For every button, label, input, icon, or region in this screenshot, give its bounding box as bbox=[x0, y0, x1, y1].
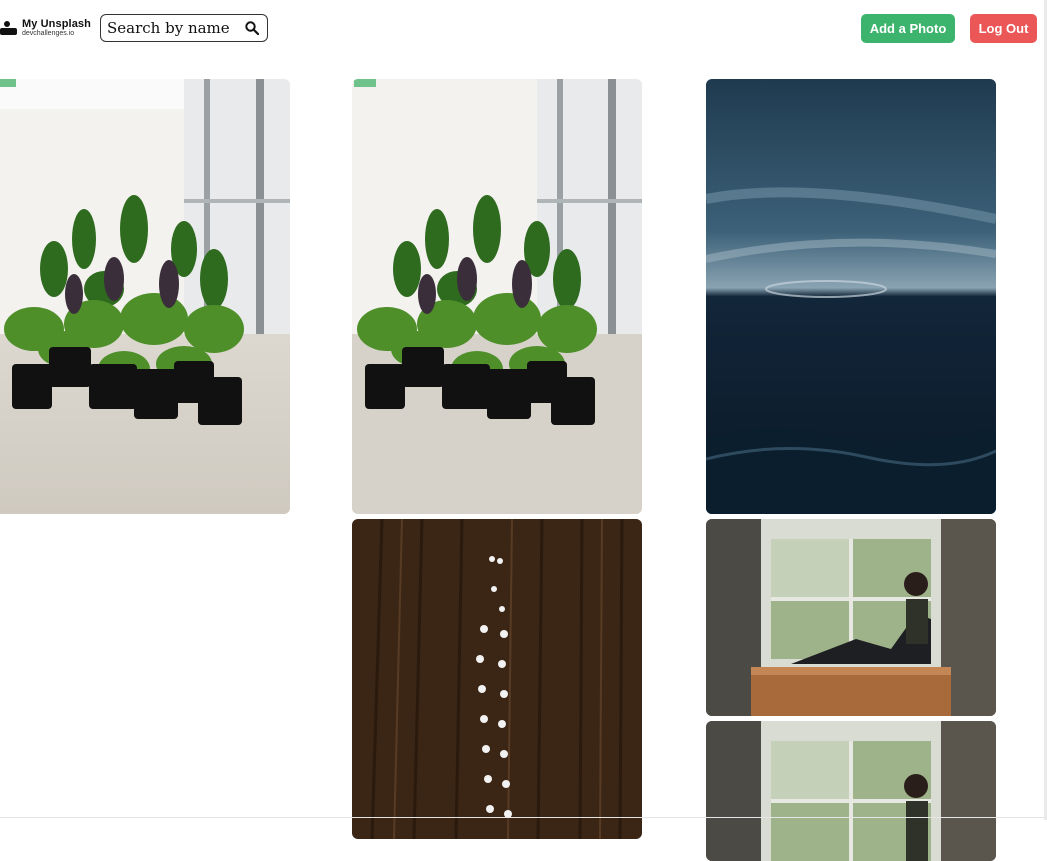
field-image bbox=[352, 519, 642, 839]
photo-card-window-1[interactable] bbox=[706, 519, 996, 716]
top-bar: My Unsplash devchallenges.io Add a Photo… bbox=[0, 0, 1047, 60]
app-logo[interactable]: My Unsplash devchallenges.io bbox=[0, 16, 92, 40]
plants-image bbox=[0, 79, 290, 514]
search-icon[interactable] bbox=[244, 20, 260, 36]
logo-subtitle: devchallenges.io bbox=[22, 30, 75, 37]
logout-button[interactable]: Log Out bbox=[970, 14, 1037, 43]
camera-logo-icon bbox=[0, 21, 17, 35]
photo-card-plants-1[interactable] bbox=[0, 79, 290, 514]
page-bottom-divider bbox=[0, 817, 1047, 818]
window-woman-image bbox=[706, 519, 996, 716]
plants-image bbox=[352, 79, 642, 514]
search-input[interactable] bbox=[107, 18, 237, 38]
photo-card-ocean[interactable] bbox=[706, 79, 996, 514]
search-box bbox=[100, 14, 268, 42]
add-photo-button[interactable]: Add a Photo bbox=[861, 14, 955, 43]
ocean-image bbox=[706, 79, 996, 514]
window-woman-image bbox=[706, 721, 996, 861]
photo-card-field[interactable] bbox=[352, 519, 642, 839]
photo-card-window-2[interactable] bbox=[706, 721, 996, 861]
logo-title: My Unsplash bbox=[22, 18, 91, 30]
photo-card-plants-2[interactable] bbox=[352, 79, 642, 514]
